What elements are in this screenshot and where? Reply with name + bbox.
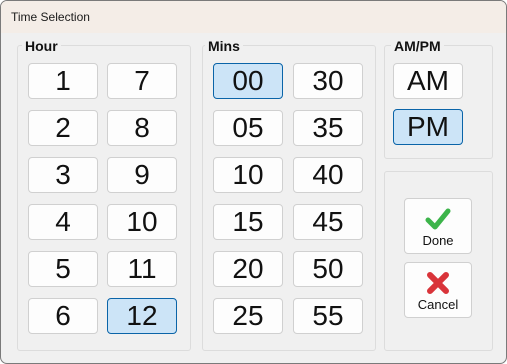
mins-button-50[interactable]: 50 xyxy=(293,251,363,287)
title-bar[interactable]: Time Selection xyxy=(1,1,506,33)
mins-button-15[interactable]: 15 xyxy=(213,204,283,240)
hour-button-3[interactable]: 3 xyxy=(28,157,98,193)
pm-button[interactable]: PM xyxy=(393,109,463,145)
mins-button-40[interactable]: 40 xyxy=(293,157,363,193)
hour-button-9[interactable]: 9 xyxy=(107,157,177,193)
mins-button-55[interactable]: 55 xyxy=(293,298,363,334)
hour-button-4[interactable]: 4 xyxy=(28,204,98,240)
hour-button-2[interactable]: 2 xyxy=(28,110,98,146)
window-title: Time Selection xyxy=(11,10,90,24)
cancel-label: Cancel xyxy=(417,297,459,312)
ampm-group-label: AM/PM xyxy=(391,38,444,54)
mins-button-35[interactable]: 35 xyxy=(293,110,363,146)
mins-button-25[interactable]: 25 xyxy=(213,298,283,334)
hour-button-1[interactable]: 1 xyxy=(28,63,98,99)
hour-button-11[interactable]: 11 xyxy=(107,251,177,287)
hour-button-6[interactable]: 6 xyxy=(28,298,98,334)
mins-button-20[interactable]: 20 xyxy=(213,251,283,287)
mins-button-05[interactable]: 05 xyxy=(213,110,283,146)
hour-button-12[interactable]: 12 xyxy=(107,298,177,334)
time-selection-window: Time Selection Hour 1 2 3 4 5 6 7 8 9 10… xyxy=(0,0,507,364)
done-label: Done xyxy=(422,233,454,248)
hour-button-5[interactable]: 5 xyxy=(28,251,98,287)
mins-button-00[interactable]: 00 xyxy=(213,63,283,99)
hour-button-7[interactable]: 7 xyxy=(107,63,177,99)
cancel-button[interactable]: Cancel xyxy=(404,262,472,318)
mins-button-10[interactable]: 10 xyxy=(213,157,283,193)
hour-button-8[interactable]: 8 xyxy=(107,110,177,146)
hour-button-10[interactable]: 10 xyxy=(107,204,177,240)
mins-group-label: Mins xyxy=(205,38,243,54)
x-icon xyxy=(427,272,449,294)
am-button[interactable]: AM xyxy=(393,63,463,99)
mins-button-45[interactable]: 45 xyxy=(293,204,363,240)
hour-group-label: Hour xyxy=(22,38,61,54)
done-button[interactable]: Done xyxy=(404,198,472,254)
check-icon xyxy=(425,208,451,230)
mins-button-30[interactable]: 30 xyxy=(293,63,363,99)
